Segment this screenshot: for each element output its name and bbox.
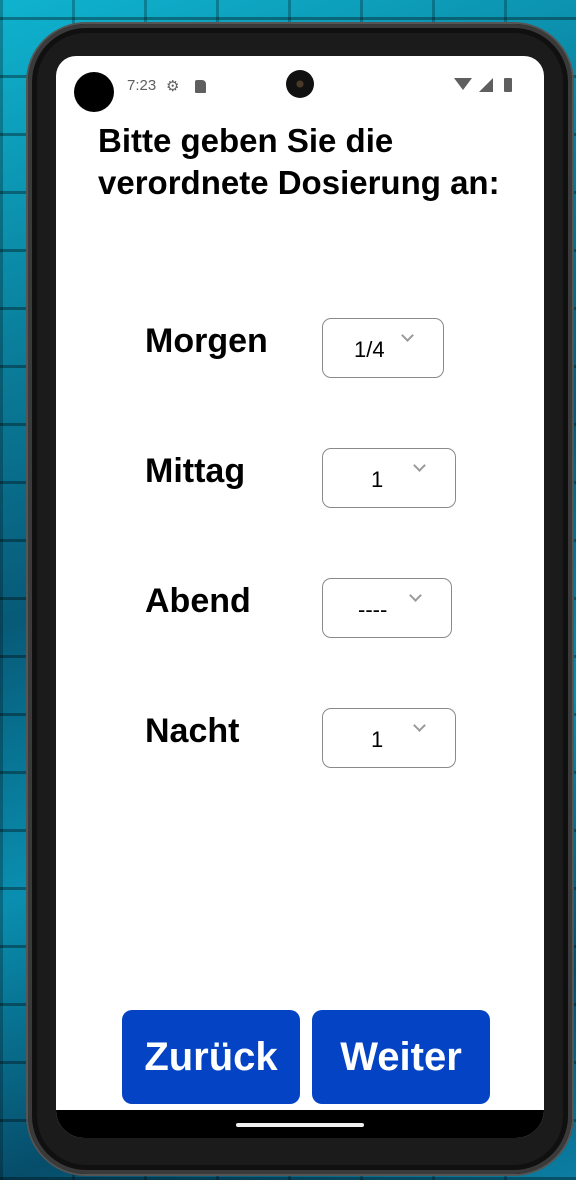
sd-card-icon (195, 80, 206, 93)
dosage-select-morgen[interactable]: 1/4 (322, 318, 444, 378)
chevron-down-icon (409, 589, 422, 602)
status-time: 7:23 (127, 77, 157, 94)
dosage-select-nacht[interactable]: 1 (322, 708, 456, 768)
wifi-icon (454, 78, 472, 90)
dosage-select-value: 1 (371, 727, 384, 752)
dosage-row-mittag: Mittag 1 (56, 448, 544, 512)
dosage-row-nacht: Nacht 1 (56, 708, 544, 772)
camera-punch-hole (286, 70, 314, 98)
dosage-label: Nacht (145, 712, 240, 750)
back-button[interactable]: Zurück (122, 1010, 300, 1104)
dosage-row-morgen: Morgen 1/4 (56, 318, 544, 382)
dosage-select-value: 1 (371, 467, 384, 492)
app-screen: 7:23 ⚙ Bitte geben Sie die verordnete Do… (56, 56, 544, 1138)
navigation-bar (56, 1110, 544, 1138)
status-bar: 7:23 ⚙ (56, 56, 544, 116)
dosage-select-mittag[interactable]: 1 (322, 448, 456, 508)
battery-icon (504, 78, 512, 92)
dosage-label: Morgen (145, 322, 268, 360)
chevron-down-icon (413, 459, 426, 472)
settings-icon: ⚙ (166, 78, 180, 95)
dosage-label: Mittag (145, 452, 246, 490)
dosage-select-abend[interactable]: ---- (322, 578, 452, 638)
chevron-down-icon (401, 329, 414, 342)
phone-frame: 7:23 ⚙ Bitte geben Sie die verordnete Do… (28, 24, 572, 1174)
signal-icon (479, 78, 493, 92)
page-title: Bitte geben Sie die verordnete Dosierung… (98, 122, 500, 201)
next-button[interactable]: Weiter (312, 1010, 490, 1104)
dosage-row-abend: Abend ---- (56, 578, 544, 642)
home-indicator[interactable] (236, 1123, 364, 1127)
dosage-select-value: ---- (358, 597, 388, 622)
front-camera-cutout (74, 72, 114, 112)
dosage-label: Abend (145, 582, 251, 620)
chevron-down-icon (413, 719, 426, 732)
dosage-select-value: 1/4 (354, 337, 385, 362)
